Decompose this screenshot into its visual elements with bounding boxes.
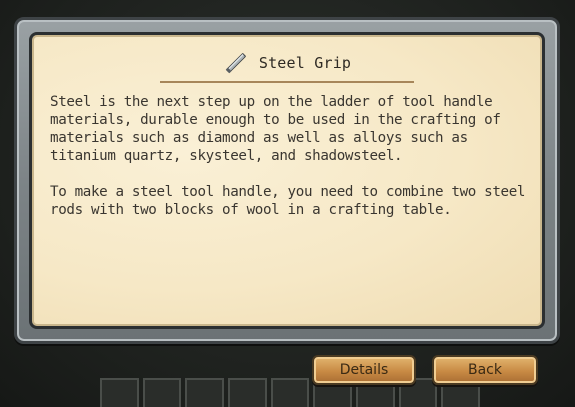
floor-cell [270,378,310,407]
background-floor-grid [100,378,481,407]
body-paragraph: To make a steel tool handle, you need to… [50,184,526,218]
details-button[interactable]: Details [312,355,416,385]
floor-cell [100,378,139,407]
title-divider [160,81,414,83]
dialog-body: Steel is the next step up on the ladder … [50,93,526,237]
dialog-title: Steel Grip [258,54,352,72]
floor-cell [142,378,182,407]
back-button[interactable]: Back [432,355,538,385]
floor-cell [228,378,267,407]
dialog-frame: Steel Grip Steel is the next step up on … [14,17,560,344]
tool-handle-icon [223,50,249,76]
parchment-panel: Steel Grip Steel is the next step up on … [29,32,545,329]
floor-cell [185,378,225,407]
body-paragraph: Steel is the next step up on the ladder … [50,94,501,164]
dialog-header: Steel Grip [32,51,542,75]
